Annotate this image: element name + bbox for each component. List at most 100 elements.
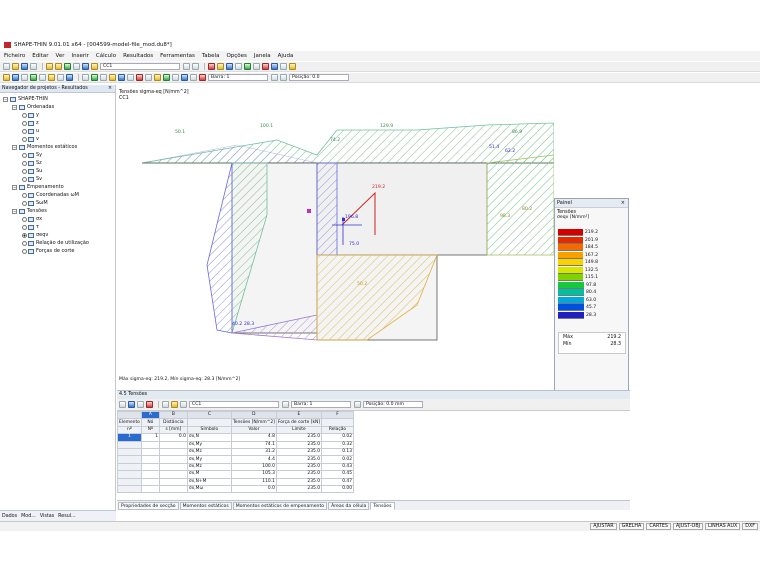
table-cell[interactable]: 1	[140, 433, 160, 442]
table-cell[interactable]: 0.13	[321, 447, 354, 457]
tool-button[interactable]	[100, 74, 107, 81]
tree-node[interactable]: Sz	[22, 159, 42, 167]
table-cell[interactable]: 0.02	[321, 433, 354, 442]
table-row[interactable]: σx,Mω 0.0 235.0 0.00	[117, 484, 354, 494]
table-cell[interactable]: 235.0	[275, 455, 323, 464]
table-cell[interactable]: σx,Mω	[186, 484, 232, 494]
table-cell[interactable]	[158, 447, 188, 457]
save-button[interactable]	[21, 63, 28, 70]
radio-icon[interactable]	[22, 232, 27, 238]
bar-select[interactable]: Barra: 1	[208, 74, 268, 81]
print-button[interactable]	[30, 63, 37, 70]
table-cell[interactable]	[117, 470, 142, 479]
radio-icon[interactable]	[22, 192, 27, 198]
table-cell[interactable]	[158, 462, 188, 472]
radio-icon[interactable]	[22, 112, 27, 118]
table-row[interactable]: 1 1 0.0 σx,N 4.8 235.0 0.02	[117, 433, 354, 442]
tree-node[interactable]: SωM	[22, 199, 48, 207]
table-cell[interactable]: 0.00	[321, 484, 354, 494]
column-letter[interactable]: A	[140, 410, 160, 420]
table-row[interactable]: σx,Mz 31.2 235.0 0.13	[117, 447, 354, 457]
table-cell[interactable]: 0.0	[230, 484, 277, 494]
tool-button[interactable]	[280, 63, 287, 70]
table-cell[interactable]	[158, 470, 188, 479]
tree-node[interactable]: − Empenamento	[12, 183, 64, 191]
table-cell[interactable]	[117, 484, 142, 494]
tool-button[interactable]	[253, 63, 260, 70]
menu-item[interactable]: Janela	[254, 53, 271, 59]
tool-button[interactable]	[21, 74, 28, 81]
tool-button[interactable]	[30, 74, 37, 81]
table-cell[interactable]	[140, 462, 160, 472]
expand-icon[interactable]: −	[12, 104, 17, 110]
table-cell[interactable]: 0.43	[321, 462, 354, 472]
table-cell[interactable]	[158, 455, 188, 464]
table-cell[interactable]: σx,My	[186, 440, 232, 449]
tool-button[interactable]	[57, 74, 64, 81]
tree-node[interactable]: τ	[22, 223, 39, 231]
table-cell[interactable]	[158, 440, 188, 449]
column-letter[interactable]: B	[158, 410, 188, 420]
open-file-button[interactable]	[12, 63, 19, 70]
table-cell[interactable]: σx,M	[186, 470, 232, 479]
radio-icon[interactable]	[22, 128, 27, 134]
radio-icon[interactable]	[22, 160, 27, 166]
tool-button[interactable]	[271, 63, 278, 70]
close-icon[interactable]: ×	[621, 199, 625, 207]
tool-button[interactable]	[217, 63, 224, 70]
tool-button[interactable]	[289, 63, 296, 70]
tree-node[interactable]: y	[22, 111, 39, 119]
tool-button[interactable]	[66, 74, 73, 81]
column-letter[interactable]: D	[230, 410, 277, 420]
tree-node[interactable]: − SHAPE-THIN	[3, 95, 48, 103]
menu-item[interactable]: Cálculo	[96, 53, 116, 59]
table-cell[interactable]: 0.0	[158, 433, 188, 442]
tool-button[interactable]	[154, 74, 161, 81]
table-cell[interactable]: 235.0	[275, 477, 323, 486]
table-cell[interactable]	[117, 462, 142, 472]
tool-button[interactable]	[235, 63, 242, 70]
table-tool-button[interactable]	[119, 401, 126, 408]
radio-icon[interactable]	[22, 136, 27, 142]
prev-button[interactable]	[183, 63, 190, 70]
radio-icon[interactable]	[22, 168, 27, 174]
status-toggle[interactable]: CARTES	[646, 523, 671, 530]
tool-button[interactable]	[172, 74, 179, 81]
tool-button[interactable]	[136, 74, 143, 81]
loadcase-select[interactable]: CC1	[100, 63, 180, 70]
expand-icon[interactable]: −	[12, 184, 17, 190]
radio-icon[interactable]	[22, 120, 27, 126]
status-toggle[interactable]: GRELHA	[618, 523, 645, 530]
table-cell[interactable]	[158, 484, 188, 494]
tool-button[interactable]	[118, 74, 125, 81]
radio-icon[interactable]	[22, 200, 27, 206]
table-cell[interactable]: 4.8	[230, 433, 277, 442]
table-cell[interactable]: σx,My	[186, 455, 232, 464]
menu-item[interactable]: Ferramentas	[160, 53, 195, 59]
table-loadcase-select[interactable]: CC1	[189, 401, 279, 408]
table-cell[interactable]	[117, 477, 142, 486]
table-cell[interactable]: 235.0	[275, 470, 323, 479]
tree-node[interactable]: v	[22, 135, 39, 143]
table-position-select[interactable]: Posição: 0.0 mm	[363, 401, 423, 408]
table-cell[interactable]	[140, 440, 160, 449]
tool-button[interactable]	[181, 74, 188, 81]
tree-node[interactable]: − Momentos estáticos	[12, 143, 77, 151]
table-tool-button[interactable]	[171, 401, 178, 408]
table-cell[interactable]	[140, 484, 160, 494]
navigator-tab[interactable]: Mod...	[21, 514, 36, 519]
tool-button[interactable]	[48, 74, 55, 81]
next-bar-button[interactable]	[280, 74, 287, 81]
table-cell[interactable]: 100.0	[230, 462, 277, 472]
status-toggle[interactable]: AJUST-OBJ	[672, 523, 704, 530]
tool-button[interactable]	[91, 74, 98, 81]
column-letter[interactable]: E	[275, 410, 323, 420]
tree-node[interactable]: Coordenadas ωM	[22, 191, 79, 199]
table-bar-select[interactable]: Barra: 1	[291, 401, 351, 408]
tool-button[interactable]	[190, 74, 197, 81]
tool-button[interactable]	[226, 63, 233, 70]
sheet-tab[interactable]: Tensões	[370, 501, 395, 510]
tool-button[interactable]	[163, 74, 170, 81]
results-button[interactable]	[73, 63, 80, 70]
expand-icon[interactable]: −	[12, 208, 17, 214]
